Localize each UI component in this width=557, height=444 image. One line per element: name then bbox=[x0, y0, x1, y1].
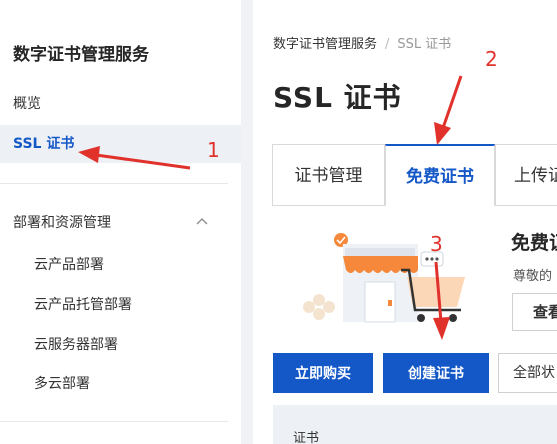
app-frame: 数字证书管理服务 概览 SSL 证书 部署和资源管理 云产品部署 云产品托管部署… bbox=[0, 0, 557, 444]
page-title: SSL 证书 bbox=[273, 81, 402, 114]
create-certificate-button[interactable]: 创建证书 bbox=[383, 353, 489, 393]
sidebar-subitem-server-deploy[interactable]: 云服务器部署 bbox=[34, 334, 118, 354]
annotation-number-2: 2 bbox=[485, 47, 498, 71]
buy-now-button[interactable]: 立即购买 bbox=[273, 353, 373, 393]
sidebar-item-ssl-certificate[interactable]: SSL 证书 bbox=[0, 125, 241, 163]
table-column-certificate: 证书 bbox=[293, 431, 320, 444]
promo-description: 尊敬的 bbox=[513, 269, 553, 284]
sidebar-title: 数字证书管理服务 bbox=[13, 45, 149, 65]
sidebar: 数字证书管理服务 概览 SSL 证书 部署和资源管理 云产品部署 云产品托管部署… bbox=[0, 0, 241, 444]
sidebar-subitem-multicloud-deploy[interactable]: 多云部署 bbox=[34, 373, 90, 393]
sidebar-group-deploy[interactable]: 部署和资源管理 bbox=[13, 212, 111, 232]
sidebar-subitem-hosted-deploy[interactable]: 云产品托管部署 bbox=[34, 294, 132, 314]
breadcrumb: 数字证书管理服务 / SSL 证书 bbox=[273, 33, 451, 52]
breadcrumb-root[interactable]: 数字证书管理服务 bbox=[273, 37, 377, 52]
annotation-number-3: 3 bbox=[430, 232, 443, 256]
chevron-up-icon[interactable] bbox=[196, 216, 208, 228]
promo-title: 免费证 bbox=[511, 232, 557, 254]
main-content: 数字证书管理服务 / SSL 证书 SSL 证书 证书管理 免费证书 上传证 免… bbox=[253, 0, 557, 444]
shop-illustration bbox=[303, 233, 465, 323]
tab-certificate-management[interactable]: 证书管理 bbox=[272, 144, 385, 206]
tab-free-certificate[interactable]: 免费证书 bbox=[385, 144, 495, 206]
annotation-number-1: 1 bbox=[207, 138, 220, 162]
sidebar-divider bbox=[0, 421, 228, 422]
view-button[interactable]: 查看 bbox=[512, 293, 557, 331]
table-header: 证书 bbox=[273, 405, 557, 444]
sidebar-item-overview[interactable]: 概览 bbox=[0, 85, 241, 123]
tab-upload-certificate[interactable]: 上传证 bbox=[495, 144, 557, 206]
sidebar-divider bbox=[0, 183, 228, 184]
sidebar-subitem-cloud-deploy[interactable]: 云产品部署 bbox=[34, 254, 104, 274]
breadcrumb-current: SSL 证书 bbox=[397, 37, 452, 52]
status-filter-select[interactable]: 全部状 bbox=[498, 353, 557, 393]
tab-bar: 证书管理 免费证书 上传证 bbox=[272, 144, 557, 206]
breadcrumb-separator: / bbox=[385, 37, 390, 52]
